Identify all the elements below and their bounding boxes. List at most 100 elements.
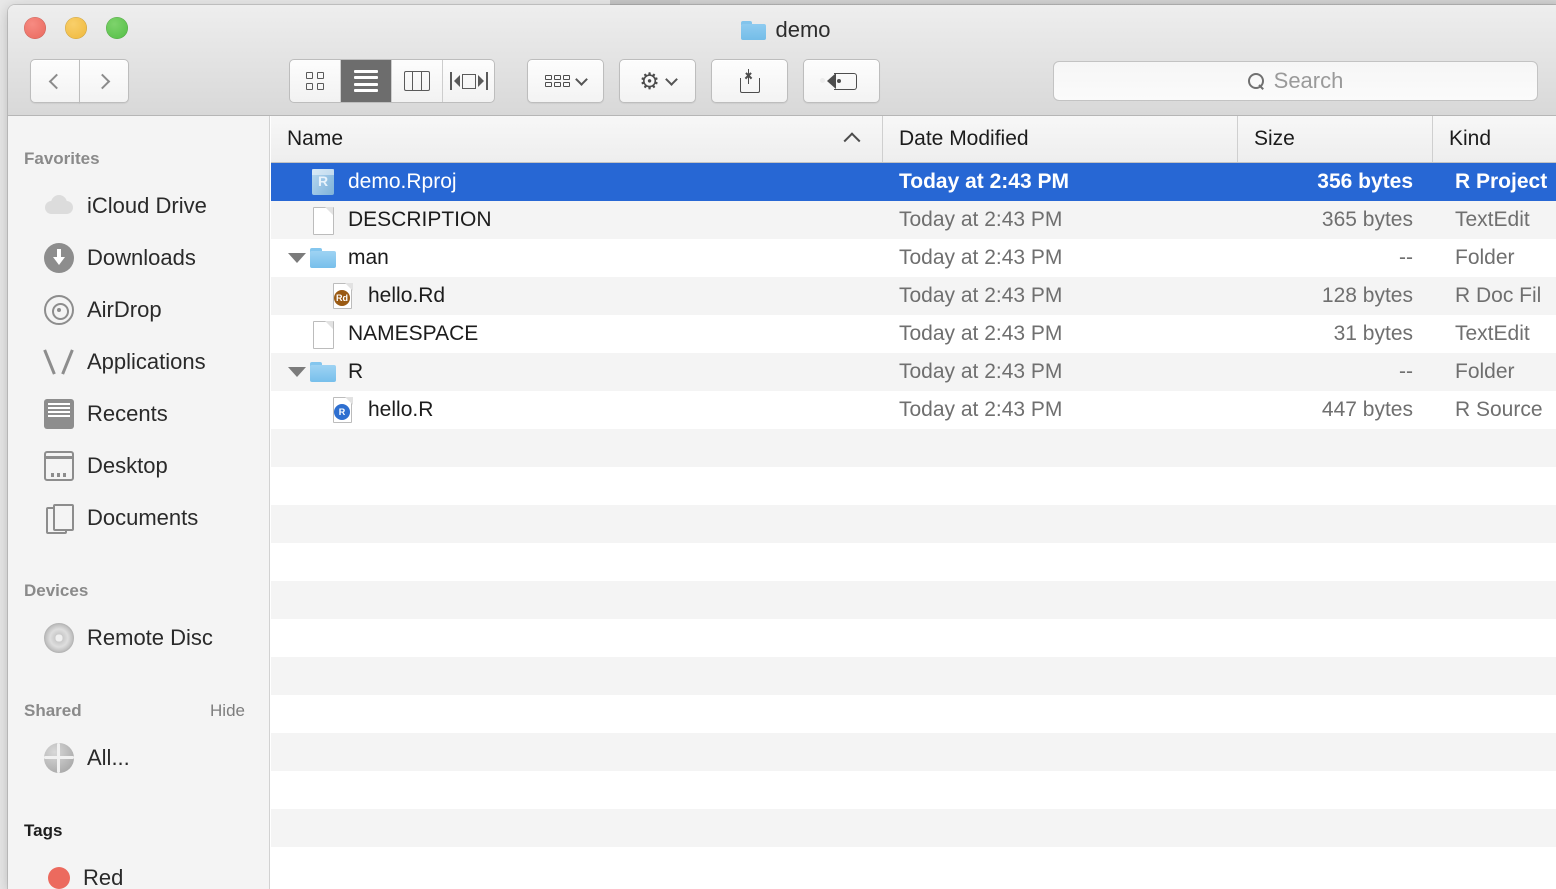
cell-kind: R Project: [1455, 170, 1548, 193]
document-icon: [309, 205, 337, 235]
sidebar-item-airdrop[interactable]: AirDrop: [8, 284, 269, 336]
cell-size: 128 bytes: [1321, 284, 1413, 307]
cell-date: Today at 2:43 PM: [899, 246, 1063, 269]
disc-icon: [44, 623, 74, 653]
table-row[interactable]: Rhello.R Today at 2:43 PM 447 bytes R Sourc…: [271, 391, 1556, 429]
cell-name: Rhello.R: [271, 395, 883, 425]
empty-row: [271, 467, 1556, 505]
file-name-label: R: [348, 360, 364, 383]
sidebar-section-tags: Tags: [8, 810, 269, 852]
file-name-label: hello.Rd: [368, 284, 446, 307]
empty-row: [271, 543, 1556, 581]
cell-date: Today at 2:43 PM: [899, 208, 1063, 231]
file-name-label: man: [348, 246, 389, 269]
cell-date: Today at 2:43 PM: [899, 398, 1063, 421]
empty-row: [271, 847, 1556, 885]
file-rows: demo.Rproj Today at 2:43 PM 356 bytes R Pro…: [271, 163, 1556, 885]
column-header-size[interactable]: Size: [1238, 116, 1433, 162]
rd-file-icon: Rd: [329, 281, 357, 311]
close-button[interactable]: [24, 17, 46, 39]
action-button[interactable]: ⚙: [619, 59, 696, 103]
sidebar-item-label: Recents: [87, 401, 168, 426]
disclosure-triangle[interactable]: [285, 367, 309, 377]
cell-name: R: [271, 357, 883, 387]
sidebar-item-red[interactable]: Red: [8, 852, 269, 889]
share-button[interactable]: [711, 59, 788, 103]
tag-icon: [819, 72, 857, 90]
sidebar-item-icloud-drive[interactable]: iCloud Drive: [8, 180, 269, 232]
chevron-left-icon: [48, 73, 65, 89]
list-view-button[interactable]: [341, 60, 392, 102]
gear-icon: ⚙: [639, 67, 660, 94]
table-row[interactable]: NAMESPACE Today at 2:43 PM 31 bytes TextEdi…: [271, 315, 1556, 353]
sidebar-item-applications[interactable]: Applications: [8, 336, 269, 388]
share-icon: [739, 69, 760, 93]
column-header-size-label: Size: [1254, 127, 1295, 150]
sidebar-item-label: iCloud Drive: [87, 193, 207, 218]
cell-size: 356 bytes: [1317, 170, 1413, 193]
sidebar-item-label: Red: [83, 865, 124, 889]
empty-row: [271, 809, 1556, 847]
chevron-down-icon: [664, 72, 678, 86]
sidebar-item-downloads[interactable]: Downloads: [8, 232, 269, 284]
sidebar-hide-button[interactable]: Hide: [210, 701, 245, 721]
empty-row: [271, 733, 1556, 771]
chevron-down-icon: [575, 72, 588, 86]
table-row[interactable]: Rd hello.Rd Today at 2:43 PM 128 bytes R Doc…: [271, 277, 1556, 315]
zoom-button[interactable]: [106, 17, 128, 39]
sidebar-section-shared: Shared Hide: [8, 690, 269, 732]
sidebar[interactable]: Favorites iCloud Drive Downloads AirDrop App…: [8, 116, 270, 889]
search-field[interactable]: Search: [1053, 61, 1538, 101]
documents-icon: [44, 503, 74, 534]
gallery-view-button[interactable]: [443, 60, 494, 102]
cell-date: Today at 2:43 PM: [899, 284, 1063, 307]
empty-row: [271, 695, 1556, 733]
sidebar-item-desktop[interactable]: Desktop: [8, 440, 269, 492]
file-name-label: DESCRIPTION: [348, 208, 492, 231]
column-header-date[interactable]: Date Modified: [883, 116, 1238, 162]
icloud-icon: [44, 191, 74, 221]
document-icon: [309, 319, 337, 349]
sidebar-item-recents[interactable]: Recents: [8, 388, 269, 440]
downloads-icon: [44, 243, 74, 273]
sidebar-section-label: Shared: [24, 701, 82, 720]
cell-size: --: [1399, 360, 1413, 383]
sidebar-section-favorites: Favorites: [8, 138, 269, 180]
window-title-text: demo: [775, 17, 831, 42]
table-row[interactable]: man Today at 2:43 PM -- Folder: [271, 239, 1556, 277]
cell-kind: TextEdit: [1455, 322, 1530, 345]
recents-icon: [44, 399, 74, 429]
cell-size: 365 bytes: [1321, 208, 1413, 231]
sidebar-item-remote-disc[interactable]: Remote Disc: [8, 612, 269, 664]
cell-name: NAMESPACE: [271, 319, 883, 349]
column-header-name[interactable]: Name: [271, 116, 883, 162]
tag-button[interactable]: [803, 59, 880, 103]
column-header-kind-label: Kind: [1449, 127, 1492, 150]
sidebar-item-documents[interactable]: Documents: [8, 492, 269, 544]
column-view-button[interactable]: [392, 60, 443, 102]
cell-kind: R Source: [1455, 398, 1543, 421]
cell-kind: R Doc Fil: [1455, 284, 1542, 307]
window-titlebar: demo ⚙ Search: [8, 5, 1556, 116]
column-header-kind[interactable]: Kind: [1433, 116, 1556, 162]
folder-icon: [309, 357, 337, 387]
file-name-label: demo.Rproj: [348, 170, 457, 193]
sidebar-item-label: All...: [87, 745, 130, 770]
sidebar-section-label: Devices: [24, 581, 89, 600]
disclosure-triangle[interactable]: [285, 253, 309, 263]
table-row[interactable]: demo.Rproj Today at 2:43 PM 356 bytes R Pro…: [271, 163, 1556, 201]
forward-button[interactable]: [79, 59, 129, 103]
minimize-button[interactable]: [65, 17, 87, 39]
column-headers: Name Date Modified Size Kind: [271, 116, 1556, 163]
icon-view-button[interactable]: [290, 60, 341, 102]
search-icon: [1247, 72, 1265, 90]
arrange-button[interactable]: [527, 59, 604, 103]
table-row[interactable]: DESCRIPTION Today at 2:43 PM 365 bytes Text…: [271, 201, 1556, 239]
view-mode-segmented-control: [289, 59, 495, 103]
sidebar-item-all[interactable]: All...: [8, 732, 269, 784]
cell-kind: Folder: [1455, 360, 1515, 383]
cell-date: Today at 2:43 PM: [899, 170, 1069, 193]
table-row[interactable]: R Today at 2:43 PM -- Folder: [271, 353, 1556, 391]
search-placeholder: Search: [1273, 68, 1344, 93]
back-button[interactable]: [30, 59, 80, 103]
